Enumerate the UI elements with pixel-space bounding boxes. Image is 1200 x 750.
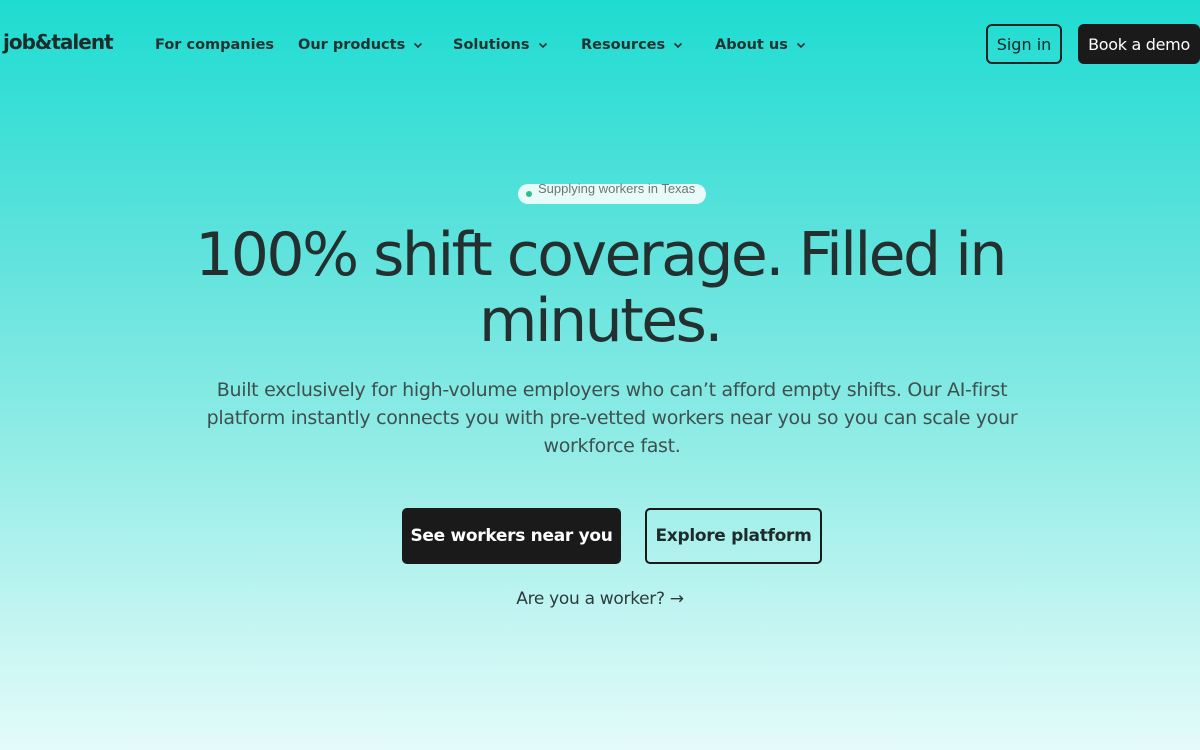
status-dot-icon [526,191,532,197]
nav-resources-label: Resources [581,37,666,53]
nav-about-us[interactable]: About us [715,35,806,55]
sign-in-button[interactable]: Sign in [986,24,1062,64]
see-workers-button[interactable]: See workers near you [402,508,621,564]
nav-about-us-label: About us [715,37,788,53]
explore-platform-button[interactable]: Explore platform [645,508,822,564]
book-demo-button[interactable]: Book a demo [1078,24,1200,64]
chevron-down-icon [796,42,805,49]
chevron-down-icon [414,42,423,49]
hero-subtext: Built exclusively for high-volume employ… [206,379,1018,457]
brand-logo[interactable]: job&talent [3,30,114,54]
hero-headline: 100% shift coverage. Filled in minutes. [150,222,1050,354]
nav-solutions-label: Solutions [453,37,530,53]
nav-resources[interactable]: Resources [581,35,683,55]
hero-headline-line1: 100% shift coverage. Filled in [195,220,1007,290]
top-navigation: job&talent For companies Our products So… [0,0,1200,88]
chevron-down-icon [674,42,683,49]
nav-solutions[interactable]: Solutions [453,35,548,55]
worker-link[interactable]: Are you a worker? → [450,589,750,609]
location-badge-label: Supplying workers in Texas [538,181,696,196]
chevron-down-icon [538,42,547,49]
nav-our-products-label: Our products [298,37,406,53]
hero-headline-line2: minutes. [479,286,723,356]
nav-for-companies[interactable]: For companies [155,35,274,55]
location-badge: Supplying workers in Texas [518,181,706,204]
nav-our-products[interactable]: Our products [298,35,423,55]
nav-for-companies-label: For companies [155,37,275,53]
